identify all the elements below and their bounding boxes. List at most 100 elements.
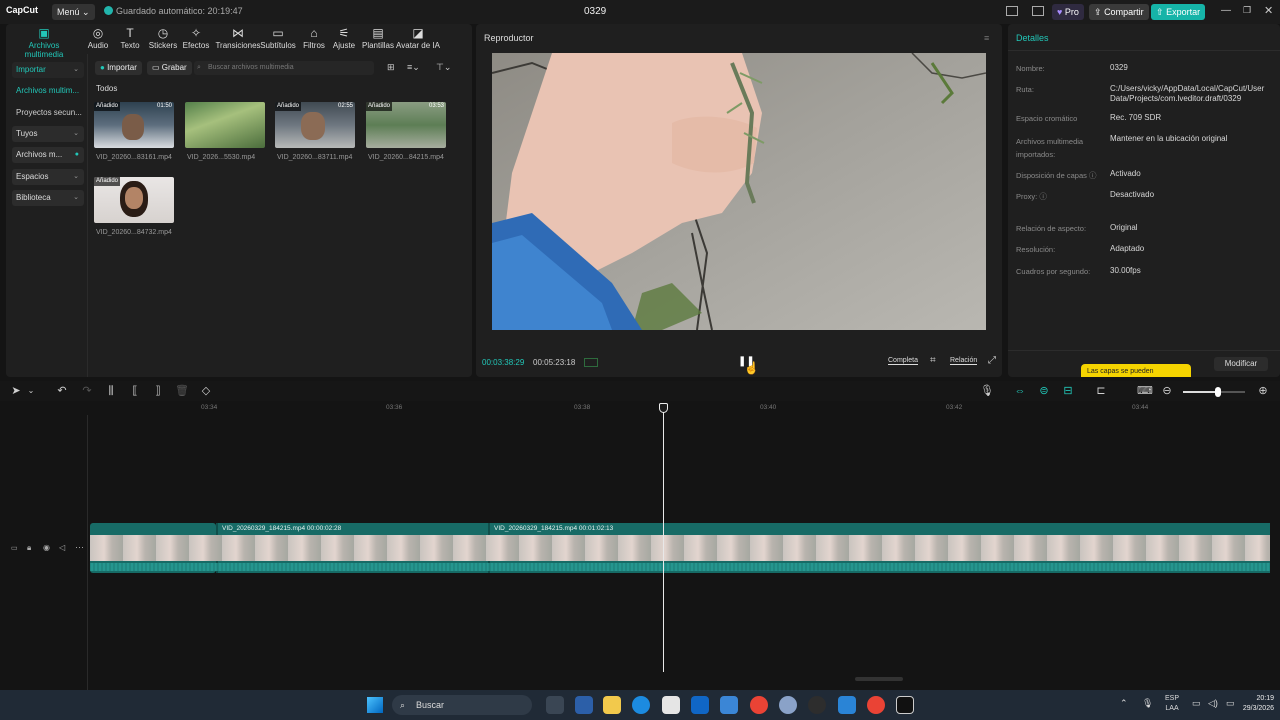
full-quality-button[interactable]: Completa (888, 357, 918, 365)
store-icon[interactable] (662, 696, 680, 714)
audio-icon[interactable]: ◁ (59, 543, 65, 552)
info-icon[interactable]: ⓘ (1039, 192, 1047, 201)
detail-value: Adaptado (1110, 244, 1145, 253)
chevron-up-icon[interactable]: ⌃ (1120, 698, 1128, 709)
minimize-icon[interactable]: — (1221, 5, 1231, 16)
nav-yours[interactable]: Tuyos ⌄ (12, 126, 84, 142)
menu-button[interactable]: Menú ⌄ (52, 4, 95, 20)
shortcuts-icon[interactable] (1032, 6, 1044, 16)
snap-icon[interactable]: ⊟ (1061, 384, 1075, 398)
trim-right-icon[interactable]: ⟧ (151, 384, 165, 398)
magnet-icon[interactable]: ⊜ (1037, 384, 1051, 398)
preview-axis-icon[interactable]: ⊏ (1094, 384, 1108, 398)
pro-button[interactable]: ♥ Pro (1052, 4, 1084, 20)
share-button[interactable]: ⇪ Compartir (1089, 4, 1149, 20)
media-item[interactable]: Añadido VID_20260...84732.mp4 (94, 177, 186, 236)
select-tool-icon[interactable]: ➤ (9, 384, 23, 398)
eye-icon[interactable]: ◉ (43, 543, 50, 552)
nav-spaces[interactable]: Espacios ⌄ (12, 169, 84, 185)
modify-button[interactable]: Modificar (1214, 357, 1268, 371)
nav-media2[interactable]: Archivos m... ● (12, 147, 84, 163)
microphone-icon[interactable]: 🎙 (980, 384, 994, 398)
delete-icon[interactable]: 🗑 (175, 384, 189, 398)
filter-icon[interactable]: ⊤⌄ (436, 62, 451, 73)
link-icon[interactable]: ⇔ (1013, 384, 1027, 398)
detail-value: Activado (1110, 169, 1141, 178)
photos-icon[interactable] (720, 696, 738, 714)
timeline-ruler[interactable]: 03:34 03:36 03:38 03:40 03:42 03:44 (88, 401, 1280, 415)
media-item[interactable]: Añadido 01:50 VID_20260...83161.mp4 (94, 102, 186, 161)
copilot-icon[interactable] (575, 696, 593, 714)
player-title: Reproductor (484, 33, 534, 43)
clock[interactable]: 20:19 29/3/2026 (1240, 694, 1274, 714)
language-indicator[interactable]: ESP LAA (1165, 694, 1179, 714)
import-button[interactable]: ● Importar (95, 61, 142, 75)
section-all: Todos (96, 84, 118, 93)
playhead[interactable] (663, 408, 664, 672)
taskbar-search[interactable]: ⌕ Buscar (392, 695, 532, 715)
volume-icon[interactable]: ◁) (1208, 698, 1218, 709)
video-preview[interactable] (492, 53, 986, 330)
lock-icon[interactable]: 🔒︎ (27, 543, 31, 553)
microphone-icon[interactable]: 🎙 (1142, 698, 1153, 709)
menu-icon[interactable]: ≡ (984, 33, 989, 43)
fullscreen-icon[interactable]: ⤢ (988, 355, 996, 366)
info-icon[interactable]: ⓘ (1089, 171, 1097, 180)
ratio-button[interactable]: Relación (950, 357, 978, 365)
media-item[interactable]: Añadido 03:53 VID_20260...84215.mp4 (366, 102, 458, 161)
media-item[interactable]: VID_2026...5530.mp4 (185, 102, 277, 161)
cover-icon[interactable]: ▭ (11, 544, 18, 552)
split-icon[interactable]: ⫼ (104, 384, 118, 398)
tool-icon: ◪ (412, 26, 424, 40)
edge-icon[interactable] (632, 696, 650, 714)
battery-icon[interactable]: ▭ (1226, 698, 1235, 709)
media-item[interactable]: Añadido 02:55 VID_20260...83711.mp4 (275, 102, 367, 161)
grid-view-icon[interactable]: ⊞ (387, 62, 395, 73)
chrome-icon[interactable] (750, 696, 768, 714)
redo-icon[interactable]: ↷ (80, 384, 94, 398)
caption-icon[interactable]: ⌨ (1137, 384, 1153, 398)
task-view-icon[interactable] (546, 696, 564, 714)
close-icon[interactable]: ✕ (1264, 4, 1273, 17)
zoom-in-icon[interactable]: ⊕ (1256, 384, 1270, 398)
crop-icon[interactable]: ⌗ (930, 355, 936, 366)
trim-left-icon[interactable]: ⟦ (128, 384, 142, 398)
detail-value: 0329 (1110, 63, 1128, 72)
record-button[interactable]: ▭ Grabar (147, 61, 192, 75)
nav-media[interactable]: Archivos multim... (12, 83, 84, 99)
windows-start-icon[interactable] (367, 697, 383, 713)
mouse-cursor-icon: ☝ (744, 361, 759, 375)
playhead-handle[interactable] (659, 403, 668, 413)
layout-icon[interactable] (1006, 6, 1018, 16)
sort-icon[interactable]: ≡⌄ (407, 62, 420, 73)
maximize-icon[interactable]: ❐ (1243, 5, 1251, 16)
zoom-slider-thumb[interactable] (1215, 387, 1221, 397)
app-icon[interactable] (779, 696, 797, 714)
capcut-icon[interactable] (896, 696, 914, 714)
clip-filmstrip (90, 535, 1270, 561)
outlook-icon[interactable] (691, 696, 709, 714)
undo-icon[interactable]: ↶ (55, 384, 69, 398)
timeline-scrollbar[interactable] (855, 677, 903, 681)
app-icon[interactable] (838, 696, 856, 714)
export-button[interactable]: ⇧ Exportar (1151, 4, 1206, 20)
media-thumbnail: Añadido (94, 177, 174, 223)
chrome-icon[interactable] (867, 696, 885, 714)
tool-tab[interactable]: ✧ Efectos (176, 26, 216, 50)
shield-icon[interactable]: ◇ (199, 384, 213, 398)
more-icon[interactable]: ⋯ (75, 542, 84, 553)
nav-library[interactable]: Biblioteca ⌄ (12, 190, 84, 206)
chevron-down-icon: ⌄ (73, 194, 79, 201)
app-icon[interactable] (808, 696, 826, 714)
network-icon[interactable]: ▭ (1192, 698, 1201, 709)
tool-tab[interactable]: ◪ Avatar de IA (393, 26, 443, 50)
media-search-input[interactable]: ⌕ Buscar archivos multimedia (194, 61, 374, 75)
autosave-status: Guardado automático: 20:19:47 (104, 6, 243, 16)
zoom-out-icon[interactable]: ⊖ (1160, 384, 1174, 398)
nav-import[interactable]: Importar ⌄ (12, 62, 84, 78)
nav-projects[interactable]: Proyectos secun... (12, 105, 84, 121)
file-explorer-icon[interactable] (603, 696, 621, 714)
clip-label: VID_20260329_184215.mp4 00:01:02:13 (494, 525, 614, 532)
app-logo: CapCut (6, 5, 38, 15)
chevron-down-icon[interactable]: ⌄ (24, 384, 38, 398)
